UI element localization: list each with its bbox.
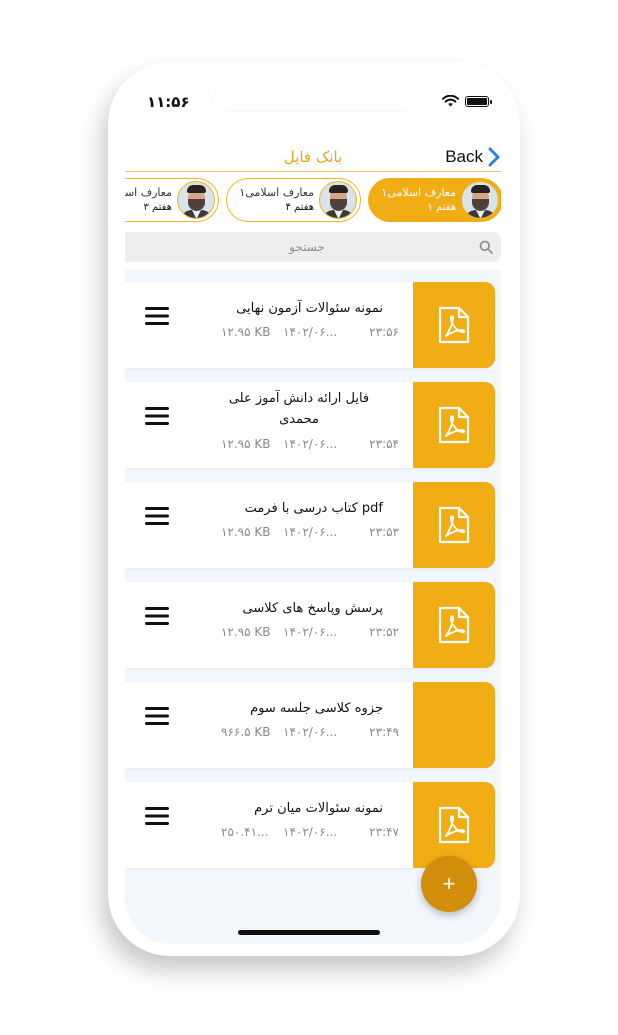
search-icon	[471, 240, 501, 254]
file-size: ۱۲.۹۵ KB	[221, 325, 271, 339]
pdf-icon	[413, 582, 495, 668]
hamburger-menu-icon[interactable]	[145, 707, 169, 725]
file-time: ۲۳:۵۲	[369, 625, 399, 639]
search-placeholder: جستجو	[289, 240, 325, 254]
file-time: ۲۳:۴۹	[369, 725, 399, 739]
hamburger-menu-icon[interactable]	[145, 807, 169, 825]
file-thumbnail	[413, 682, 495, 768]
app-header: بانک فایل Back	[125, 130, 501, 172]
app-screen: ۱۱:۵۶ بانک فایل Back معارف اسلامی۱ هفتم ۱	[125, 82, 501, 944]
course-chip[interactable]: معارف اسلامی۱ هفتم ۱	[368, 178, 501, 222]
course-chip[interactable]: معارف اسلامی۱ هفتم ۳	[125, 178, 219, 222]
avatar	[319, 181, 357, 219]
file-row[interactable]: نمونه سئوالات میان ترم ۲۵۰.۴۱... ۱۴۰۲/۰۶…	[125, 782, 495, 868]
chip-title: معارف اسلامی۱	[125, 186, 172, 199]
chip-title: معارف اسلامی۱	[381, 186, 456, 199]
file-row[interactable]: کتاب درسی با فرمت pdf ۱۲.۹۵ KB ۱۴۰۲/۰۶..…	[125, 482, 495, 568]
file-date: ۱۴۰۲/۰۶...	[283, 525, 338, 539]
file-time: ۲۳:۵۶	[369, 325, 399, 339]
file-time: ۲۳:۴۷	[369, 825, 399, 839]
course-chip[interactable]: معارف اسلامی۱ هفتم ۴	[226, 178, 361, 222]
file-size: ۱۲.۹۵ KB	[221, 437, 271, 451]
file-row[interactable]: فایل ارائه دانش آموز علی محمدی ۱۲.۹۵ KB …	[125, 382, 495, 468]
battery-icon	[465, 95, 492, 107]
plus-icon: +	[442, 871, 456, 896]
device-notch	[210, 82, 416, 110]
file-name: کتاب درسی با فرمت pdf	[244, 501, 383, 516]
pdf-icon	[413, 382, 495, 468]
file-name: جزوه کلاسی جلسه سوم	[250, 701, 383, 716]
file-list: نمونه سئوالات آزمون نهایی ۱۲.۹۵ KB ۱۴۰۲/…	[125, 270, 501, 944]
file-row[interactable]: پرسش وپاسخ های کلاسی ۱۲.۹۵ KB ۱۴۰۲/۰۶...…	[125, 582, 495, 668]
file-size: ۱۲.۹۵ KB	[221, 525, 271, 539]
chevron-right-icon	[488, 147, 500, 167]
file-date: ۱۴۰۲/۰۶...	[283, 725, 338, 739]
pdf-icon	[413, 482, 495, 568]
hamburger-menu-icon[interactable]	[145, 407, 169, 425]
file-name: نمونه سئوالات میان ترم	[254, 801, 383, 816]
file-time: ۲۳:۵۳	[369, 525, 399, 539]
course-chips: معارف اسلامی۱ هفتم ۱ معارف اسلامی۱ هفتم ۴ …	[125, 178, 501, 224]
avatar	[177, 181, 215, 219]
hamburger-menu-icon[interactable]	[145, 307, 169, 325]
pdf-icon	[413, 282, 495, 368]
file-row[interactable]: جزوه کلاسی جلسه سوم ۹۶۶.۵ KB ۱۴۰۲/۰۶... …	[125, 682, 495, 768]
status-time: ۱۱:۵۶	[147, 93, 190, 111]
status-icons	[442, 95, 492, 107]
file-name: نمونه سئوالات آزمون نهایی	[236, 301, 383, 316]
search-input[interactable]: جستجو	[125, 232, 501, 262]
chip-subtitle: هفتم ۴	[285, 202, 314, 213]
file-size: ۱۲.۹۵ KB	[221, 625, 271, 639]
chip-subtitle: هفتم ۳	[143, 202, 172, 213]
home-indicator	[238, 930, 380, 935]
file-time: ۲۳:۵۴	[369, 437, 399, 451]
file-date: ۱۴۰۲/۰۶...	[283, 625, 338, 639]
file-size: ۲۵۰.۴۱...	[221, 825, 269, 839]
back-button[interactable]: Back	[445, 146, 501, 168]
pdf-icon	[413, 782, 495, 868]
chip-title: معارف اسلامی۱	[239, 186, 314, 199]
phone-frame: ۱۱:۵۶ بانک فایل Back معارف اسلامی۱ هفتم ۱	[108, 62, 520, 956]
chip-subtitle: هفتم ۱	[427, 202, 456, 213]
file-row[interactable]: نمونه سئوالات آزمون نهایی ۱۲.۹۵ KB ۱۴۰۲/…	[125, 282, 495, 368]
file-date: ۱۴۰۲/۰۶...	[283, 825, 338, 839]
add-file-button[interactable]: +	[421, 856, 477, 912]
hamburger-menu-icon[interactable]	[145, 607, 169, 625]
wifi-icon	[442, 95, 459, 107]
avatar	[461, 181, 499, 219]
file-name: پرسش وپاسخ های کلاسی	[242, 601, 383, 616]
file-date: ۱۴۰۲/۰۶...	[283, 325, 338, 339]
file-size: ۹۶۶.۵ KB	[221, 725, 271, 739]
file-date: ۱۴۰۲/۰۶...	[283, 437, 338, 451]
back-label: Back	[445, 147, 483, 166]
hamburger-menu-icon[interactable]	[145, 507, 169, 525]
file-name: فایل ارائه دانش آموز علی محمدی	[228, 391, 370, 427]
